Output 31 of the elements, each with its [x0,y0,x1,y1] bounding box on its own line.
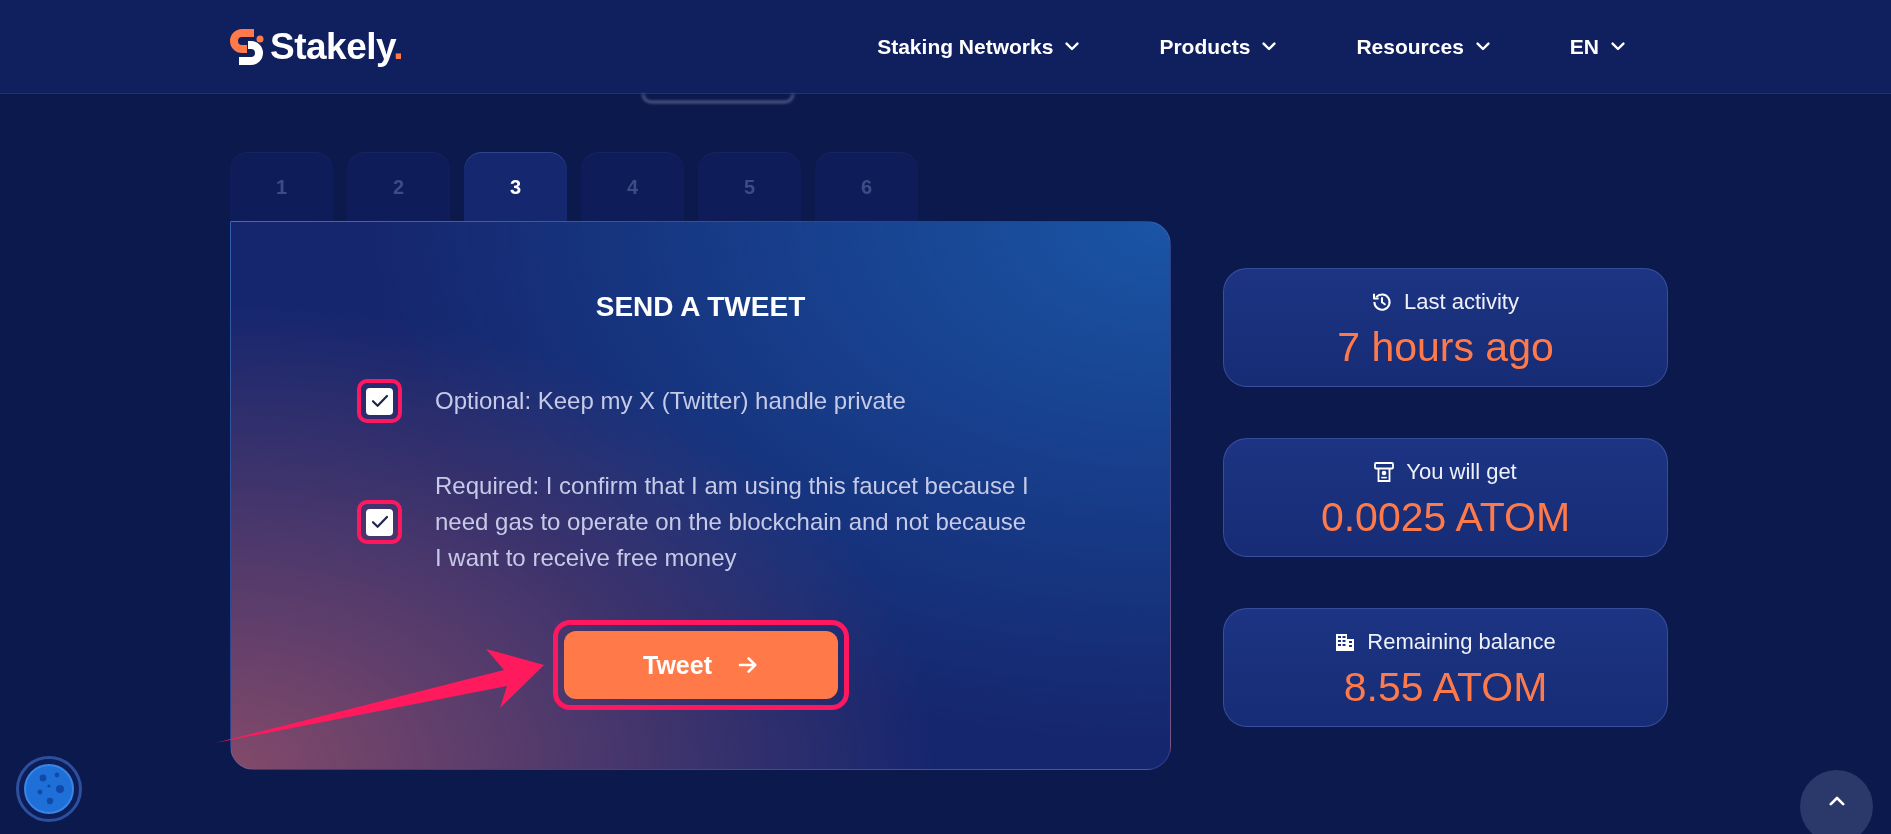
chevron-down-icon [1611,42,1625,51]
checkmark-icon [370,394,389,408]
step-tab[interactable]: 3 [464,152,567,221]
checkmark-icon [370,515,389,529]
stat-label: Remaining balance [1367,629,1556,655]
building-icon [1335,632,1356,652]
arrow-right-icon [738,656,758,674]
tweet-button[interactable]: Tweet [563,631,838,699]
stat-value: 8.55 ATOM [1343,664,1548,710]
chevron-down-icon [1065,42,1080,51]
chevron-down-icon [1262,42,1277,51]
stat-label: Last activity [1404,289,1519,315]
card-title: SEND A TWEET [595,292,806,322]
cash-machine-icon [1374,462,1395,482]
nav-link[interactable]: Staking Networks [877,32,1080,61]
history-icon [1372,292,1393,312]
checkbox[interactable] [366,508,393,536]
nav-link[interactable]: Products [1159,32,1277,61]
checkbox-label: Required: I confirm that I am using this faucet because I need gas to operate on the blockchain and not because I want to receive free money [435,471,1030,573]
logo-wordmark: Stakely. [270,24,404,69]
cookie-icon [24,764,74,814]
chevron-up-icon [1828,796,1845,806]
chevron-down-icon [1475,42,1490,51]
checkbox-label: Optional: Keep my X (Twitter) handle private [435,386,907,416]
stat-label: You will get [1406,459,1517,485]
stat-value: 7 hours ago [1337,324,1554,370]
logo-icon [229,27,265,66]
nav-link[interactable]: Resources [1356,32,1490,61]
nav-link[interactable]: EN [1569,32,1625,61]
checkbox[interactable] [366,387,393,415]
stat-value: 0.0025 ATOM [1320,494,1571,540]
